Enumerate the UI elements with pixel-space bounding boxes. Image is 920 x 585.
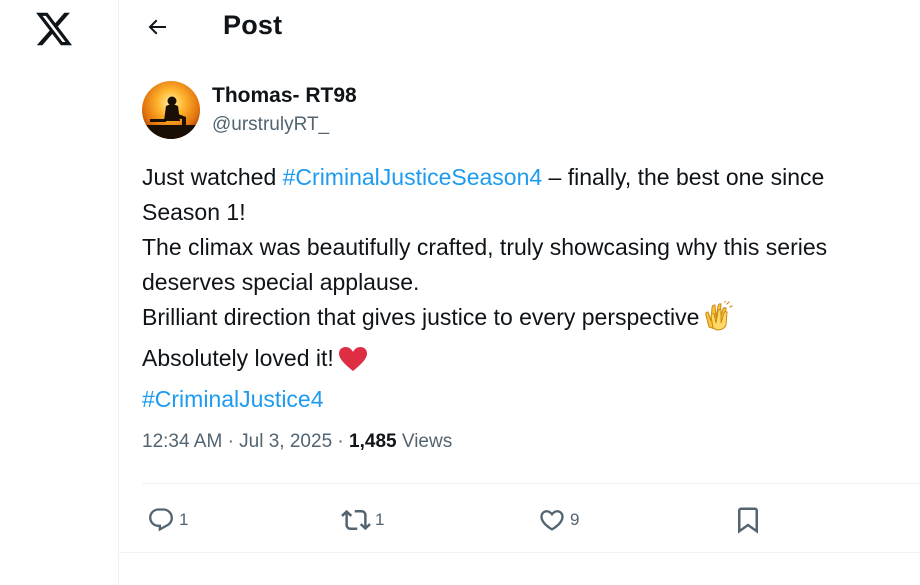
post-metadata: 12:34 AM · Jul 3, 2025 · 1,485 Views xyxy=(142,431,452,453)
tweet-line-1: Just watched #CriminalJusticeSeason4 – f… xyxy=(142,160,917,195)
page-header: Post xyxy=(119,0,920,54)
repost-button[interactable]: 1 xyxy=(341,503,384,537)
reply-count: 1 xyxy=(179,510,189,529)
tweet-line-4: deserves special applause. xyxy=(142,269,420,295)
tweet-text-fragment: Absolutely loved it! xyxy=(142,345,334,371)
page-title: Post xyxy=(223,10,283,40)
clapping-hands-icon xyxy=(703,300,733,341)
reply-button[interactable]: 1 xyxy=(147,503,188,537)
tweet-text-fragment: – finally, the best one since xyxy=(542,164,825,190)
author-handle[interactable]: @urstrulyRT_ xyxy=(212,114,329,136)
nav-rail xyxy=(0,0,118,585)
like-count: 9 xyxy=(570,510,580,529)
like-icon xyxy=(540,510,564,531)
divider xyxy=(142,483,920,484)
tweet-line-7: #CriminalJustice4 xyxy=(142,382,917,417)
like-button[interactable]: 9 xyxy=(538,503,579,537)
bookmark-icon xyxy=(738,507,758,534)
views-label: Views xyxy=(401,431,453,452)
tweet-text-fragment: Brilliant direction that gives justice t… xyxy=(142,304,700,330)
bookmark-button[interactable] xyxy=(733,503,763,537)
tweet-line-6: Absolutely loved it! xyxy=(142,341,917,382)
author-display-name[interactable]: Thomas- RT98 xyxy=(212,84,357,108)
meta-separator: · xyxy=(227,431,234,452)
post-time[interactable]: 12:34 AM xyxy=(142,431,222,452)
x-logo-icon[interactable] xyxy=(34,9,74,49)
post-date[interactable]: Jul 3, 2025 xyxy=(239,431,332,452)
avatar[interactable] xyxy=(142,81,200,139)
meta-separator: · xyxy=(337,431,344,452)
hashtag-link[interactable]: #CriminalJustice4 xyxy=(142,386,324,412)
hashtag-link[interactable]: #CriminalJusticeSeason4 xyxy=(283,164,543,190)
repost-icon xyxy=(341,509,371,531)
divider xyxy=(119,552,920,553)
back-button[interactable] xyxy=(139,9,175,45)
tweet-text: Just watched #CriminalJusticeSeason4 – f… xyxy=(142,160,917,417)
views-count: 1,485 xyxy=(349,431,397,452)
tweet-line-5: Brilliant direction that gives justice t… xyxy=(142,300,917,341)
repost-count: 1 xyxy=(375,510,385,529)
back-arrow-icon xyxy=(148,19,166,35)
tweet-text-fragment: Just watched xyxy=(142,164,283,190)
reply-icon xyxy=(149,508,173,532)
red-heart-icon xyxy=(338,346,368,382)
tweet-line-2: Season 1! xyxy=(142,199,246,225)
post-column: Post Thomas- RT98 @urstrulyRT_ Just watc… xyxy=(119,0,920,585)
tweet-line-3: The climax was beautifully crafted, trul… xyxy=(142,234,828,260)
